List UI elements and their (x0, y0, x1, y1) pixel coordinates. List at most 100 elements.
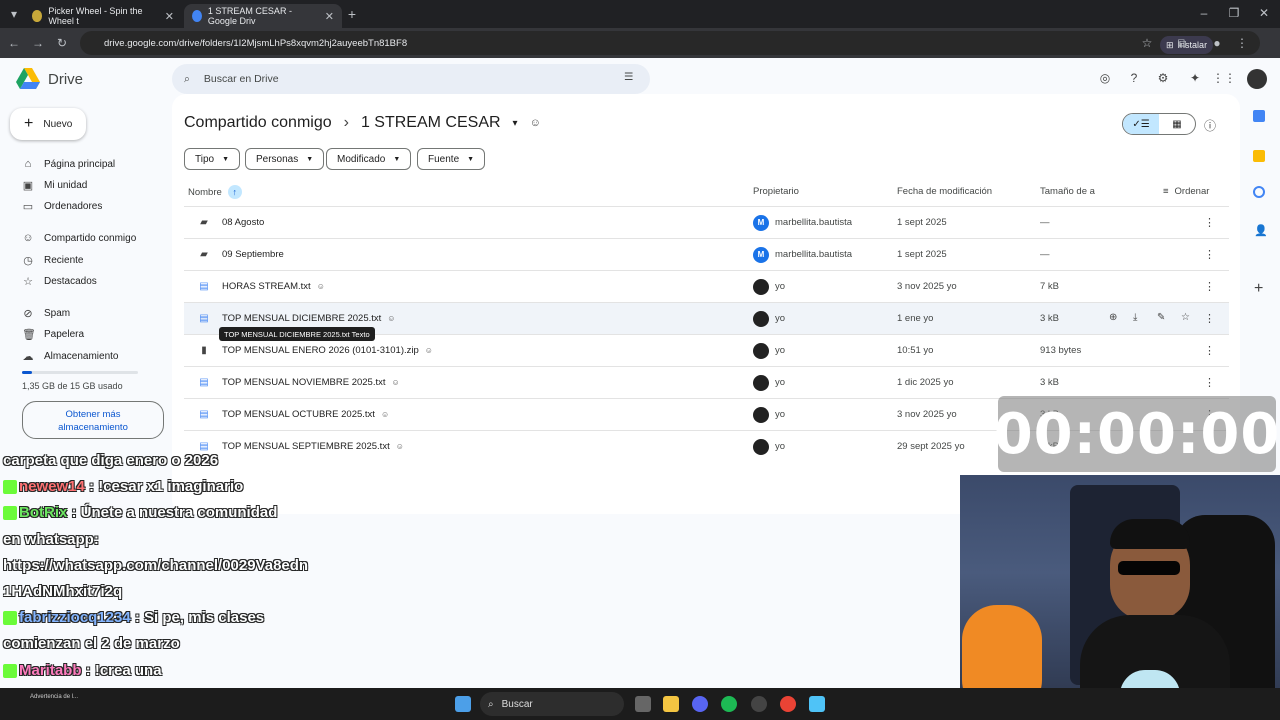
sort-ascending-icon[interactable]: ↑ (227, 185, 242, 199)
tab-list-icon[interactable]: ▾ (2, 7, 26, 21)
column-size[interactable]: Tamaño de a (1040, 186, 1095, 197)
account-avatar[interactable] (1247, 69, 1267, 89)
share-icon[interactable]: ⊕ (1109, 312, 1117, 323)
filter-modified[interactable]: Modificado ▼ (326, 148, 412, 170)
computer-icon: ▭ (22, 201, 34, 213)
maximize-icon[interactable]: ❐ (1222, 6, 1246, 20)
sidebar-item-computers[interactable]: ▭ Ordenadores (22, 200, 103, 213)
more-actions-icon[interactable]: ⋮ (1204, 312, 1215, 325)
info-icon[interactable]: ⓘ (1204, 117, 1216, 134)
notepad-icon[interactable] (809, 696, 825, 712)
obs-icon[interactable] (751, 696, 767, 712)
window-close-icon[interactable]: ✕ (1252, 6, 1276, 20)
download-icon[interactable]: ⤓ (1133, 312, 1137, 323)
sidebar-item-spam[interactable]: ⊘ Spam (22, 307, 70, 320)
new-button[interactable]: + Nuevo (10, 108, 86, 140)
sidebar-item-recent[interactable]: ◷ Reciente (22, 254, 83, 267)
caret-down-icon[interactable]: ▾ (513, 118, 518, 129)
keep-icon[interactable] (1253, 150, 1265, 162)
browser-menu-icon[interactable]: ⋮ (1230, 36, 1254, 50)
file-owner: yo (775, 281, 786, 292)
person-hair-shape (1110, 519, 1190, 549)
sidebar-item-trash[interactable]: 🗑 Papelera (22, 328, 84, 341)
reload-icon[interactable]: ↻ (50, 36, 74, 50)
tab-picker-wheel[interactable]: Picker Wheel - Spin the Wheel t ✕ (24, 4, 182, 28)
start-icon[interactable] (455, 696, 471, 712)
url-input[interactable]: drive.google.com/drive/folders/1I2MjsmLh… (80, 31, 1260, 55)
file-name: TOP MENSUAL ENERO 2026 (0101-3101).zip ☺ (222, 345, 433, 356)
rename-icon[interactable]: ✎ (1157, 312, 1165, 323)
more-actions-icon[interactable]: ⋮ (1204, 248, 1215, 261)
forward-icon[interactable]: → (26, 36, 50, 50)
taskbar-search[interactable]: ⌕ Buscar (480, 692, 624, 716)
search-options-icon[interactable]: ☰ (624, 71, 633, 83)
file-row[interactable]: ▤ TOP MENSUAL NOVIEMBRE 2025.txt ☺ yo 1 dic … (184, 366, 1229, 398)
column-name[interactable]: Nombre ↑ (188, 185, 242, 199)
star-icon[interactable]: ☆ (1181, 312, 1190, 323)
more-actions-icon[interactable]: ⋮ (1204, 280, 1215, 293)
shared-icon: ☺ (380, 410, 390, 419)
spotify-icon[interactable] (721, 696, 737, 712)
discord-icon[interactable] (692, 696, 708, 712)
grid-view-icon[interactable]: ▦ (1159, 114, 1195, 134)
chrome-icon[interactable] (780, 696, 796, 712)
gemini-icon[interactable]: ✦ (1183, 71, 1207, 85)
search-input[interactable]: ⌕ Buscar en Drive ☰ (172, 64, 650, 94)
extensions-icon[interactable]: ⧉ (1170, 36, 1194, 51)
owner-avatar (753, 438, 769, 455)
filter-source[interactable]: Fuente ▼ (417, 148, 486, 170)
file-row[interactable]: ▰ 09 Septiembre Mmarbellita.bautista 1 sept… (184, 238, 1229, 270)
chat-text: 1HAdNMhxit7i2q (3, 583, 123, 600)
sidebar-item-shared[interactable]: ☺ Compartido conmigo (22, 232, 136, 244)
more-actions-icon[interactable]: ⋮ (1204, 376, 1215, 389)
sidebar-item-starred[interactable]: ☆ Destacados (22, 275, 97, 288)
contacts-icon[interactable]: 👤 (1254, 224, 1268, 237)
minimize-icon[interactable]: – (1192, 6, 1216, 20)
sidebar-item-home[interactable]: ⌂ Página principal (22, 158, 116, 170)
close-tab-icon[interactable]: ✕ (165, 10, 174, 23)
file-name: TOP MENSUAL OCTUBRE 2025.txt ☺ (222, 409, 390, 420)
sort-label: Ordenar (1174, 186, 1210, 197)
star-icon: ☆ (23, 276, 33, 288)
offline-ready-icon[interactable]: ◎ (1093, 71, 1117, 85)
column-modified[interactable]: Fecha de modificación (897, 186, 992, 197)
bookmark-star-icon[interactable]: ☆ (1135, 36, 1159, 50)
apps-grid-icon[interactable]: ⋮⋮ (1212, 71, 1236, 85)
chat-message: 1HAdNMhxit7i2q (3, 583, 122, 600)
filter-people[interactable]: Personas ▼ (245, 148, 325, 170)
file-row[interactable]: ▰ 08 Agosto Mmarbellita.bautista 1 sept 202… (184, 206, 1229, 238)
tasks-icon[interactable] (1253, 186, 1265, 198)
file-owner: marbellita.bautista (775, 217, 853, 228)
more-actions-icon[interactable]: ⋮ (1204, 344, 1215, 357)
breadcrumb-current[interactable]: 1 STREAM CESAR (361, 114, 501, 132)
settings-gear-icon[interactable]: ⚙ (1151, 71, 1175, 85)
taskbar-warning[interactable]: Advertencia de l... (30, 694, 78, 700)
sidebar-item-label: Destacados (44, 276, 97, 287)
calendar-icon[interactable] (1253, 110, 1265, 122)
task-view-icon[interactable] (635, 696, 651, 712)
list-view-icon[interactable]: ✓☰ (1123, 114, 1159, 134)
sidebar-item-storage[interactable]: ☁ Almacenamiento (22, 350, 119, 363)
tab-drive[interactable]: 1 STREAM CESAR - Google Driv ✕ (184, 4, 342, 28)
sidebar-item-label: Ordenadores (44, 201, 103, 212)
new-tab-icon[interactable]: + (340, 6, 364, 22)
help-icon[interactable]: ? (1122, 71, 1146, 85)
file-row[interactable]: ▤ HORAS STREAM.txt ☺ yo 3 nov 2025 yo 7 kB ⋮ (184, 270, 1229, 302)
chat-message: comienzan el 2 de marzo (3, 635, 180, 652)
close-tab-icon[interactable]: ✕ (325, 10, 334, 23)
chevron-right-icon: › (343, 114, 349, 131)
sidebar-item-my-drive[interactable]: ▣ Mi unidad (22, 179, 88, 192)
file-explorer-icon[interactable] (663, 696, 679, 712)
text-file-icon: ▤ (199, 409, 209, 420)
sort-button[interactable]: ≡ Ordenar (1163, 186, 1209, 197)
more-storage-button[interactable]: Obtener más almacenamiento (22, 401, 164, 439)
drive-logo[interactable]: Drive (16, 68, 83, 90)
more-actions-icon[interactable]: ⋮ (1204, 216, 1215, 229)
breadcrumb-parent[interactable]: Compartido conmigo (184, 114, 332, 132)
profile-icon[interactable]: ● (1205, 36, 1229, 50)
filter-type[interactable]: Tipo ▼ (184, 148, 241, 170)
cloud-icon: ☁ (22, 351, 34, 363)
back-icon[interactable]: ← (2, 36, 26, 50)
add-addon-icon[interactable]: + (1254, 280, 1263, 298)
column-owner[interactable]: Propietario (753, 186, 799, 197)
